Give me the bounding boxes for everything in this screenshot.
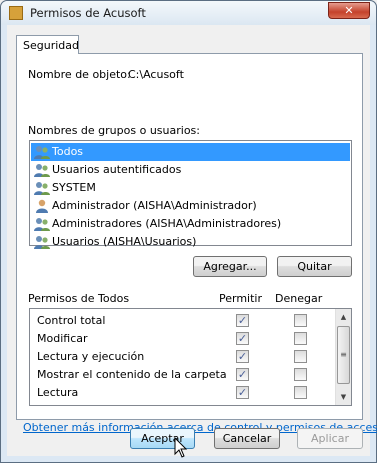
list-item[interactable]: Todos [31,143,350,161]
list-item-label: Todos [52,145,84,158]
list-item-label: SYSTEM [52,181,96,194]
list-item[interactable]: Administrador (AISHA\Administrador) [31,197,350,215]
object-name-label: Nombre de objeto: [28,68,131,81]
allow-checkbox[interactable]: ✓ [236,386,249,399]
scroll-up-icon[interactable]: ▲ [336,309,351,325]
dialog-body: Seguridad Nombre de objeto: C:\Acusoft N… [7,25,377,456]
users-group-icon [34,218,50,231]
allow-checkbox[interactable]: ✓ [236,368,249,381]
scroll-down-icon[interactable]: ▼ [336,389,351,405]
folder-icon [9,6,23,20]
deny-checkbox[interactable] [294,368,307,381]
deny-checkbox[interactable] [294,386,307,399]
permission-name: Lectura [37,386,79,399]
title-bar[interactable]: Permisos de Acusoft ✕ [1,1,376,25]
permission-row: Lectura y ejecución ✓ [30,348,335,366]
deny-checkbox[interactable] [294,314,307,327]
list-item[interactable]: Usuarios autentificados [31,161,350,179]
permission-row: Modificar ✓ [30,330,335,348]
list-item[interactable]: Administradores (AISHA\Administradores) [31,215,350,233]
users-group-icon [34,236,50,249]
close-button[interactable]: ✕ [328,2,370,19]
permissions-dialog: Permisos de Acusoft ✕ Seguridad Nombre d… [0,0,377,463]
groups-label: Nombres de grupos o usuarios: [28,124,200,137]
list-item[interactable]: SYSTEM [31,179,350,197]
permissions-scrollbar[interactable]: ▲ ≡ ▼ [335,309,351,405]
tab-panel-seguridad: Nombre de objeto: C:\Acusoft Nombres de … [16,53,363,420]
add-button[interactable]: Agregar... [193,256,267,277]
object-name-value: C:\Acusoft [128,68,184,81]
cancel-button[interactable]: Cancelar [214,428,280,449]
permissions-list: Control total ✓ Modificar ✓ Lectura y ej… [29,308,352,406]
groups-listbox[interactable]: Todos Usuarios autentificados SYSTEM Adm… [29,140,352,249]
scroll-thumb[interactable]: ≡ [337,326,350,384]
deny-checkbox[interactable] [294,350,307,363]
permission-row: Mostrar el contenido de la carpeta ✓ [30,366,335,384]
users-group-icon [34,146,50,159]
users-group-icon [34,182,50,195]
allow-checkbox[interactable]: ✓ [236,350,249,363]
tab-seguridad[interactable]: Seguridad [16,35,79,54]
permission-name: Modificar [37,332,88,345]
window-title: Permisos de Acusoft [30,6,146,20]
list-item-label: Usuarios autentificados [52,163,182,176]
allow-checkbox[interactable]: ✓ [236,332,249,345]
allow-column-header: Permitir [219,292,263,305]
mouse-cursor-icon [174,437,188,458]
permission-name: Mostrar el contenido de la carpeta [37,368,227,381]
permission-name: Lectura y ejecución [37,350,145,363]
list-item[interactable]: Usuarios (AISHA\Usuarios) [31,233,350,251]
list-item-label: Administrador (AISHA\Administrador) [52,199,257,212]
user-icon [36,199,48,213]
list-item-label: Administradores (AISHA\Administradores) [52,217,282,230]
permission-name: Control total [37,314,106,327]
deny-checkbox[interactable] [294,332,307,345]
remove-button[interactable]: Quitar [277,256,352,277]
permission-row: Control total ✓ [30,312,335,330]
list-item-label: Usuarios (AISHA\Usuarios) [52,235,197,248]
users-group-icon [34,164,50,177]
apply-button[interactable]: Aplicar [297,428,363,449]
deny-column-header: Denegar [275,292,323,305]
permissions-label: Permisos de Todos [28,292,130,305]
allow-checkbox[interactable]: ✓ [236,314,249,327]
permission-row: Lectura ✓ [30,384,335,402]
close-icon: ✕ [344,4,354,17]
